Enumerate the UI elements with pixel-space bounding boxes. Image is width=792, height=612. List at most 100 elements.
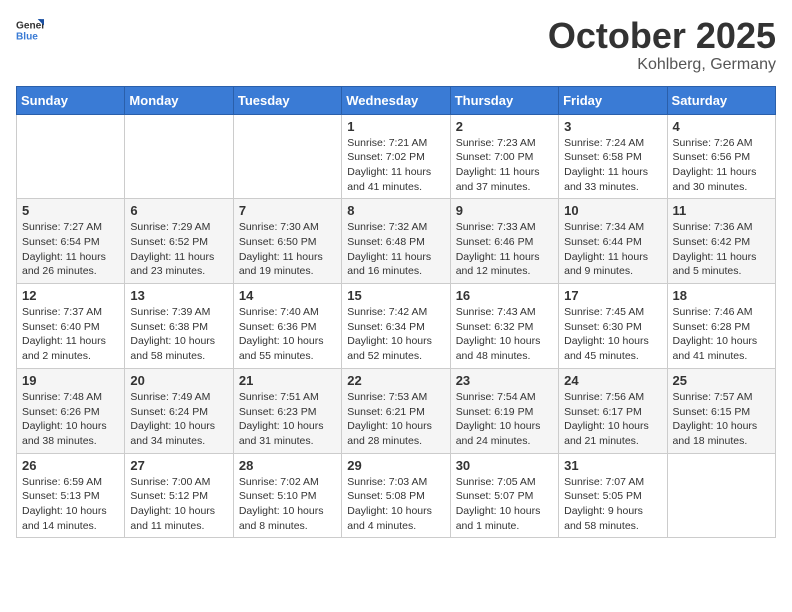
calendar-cell: 18 Sunrise: 7:46 AM Sunset: 6:28 PM Dayli… [667,284,775,369]
calendar-cell: 5 Sunrise: 7:27 AM Sunset: 6:54 PM Daylig… [17,199,125,284]
month-title: October 2025 [548,16,776,56]
day-number: 6 [130,203,227,218]
weekday-header-row: SundayMondayTuesdayWednesdayThursdayFrid… [17,86,776,114]
day-number: 31 [564,458,661,473]
day-info: Sunrise: 7:54 AM Sunset: 6:19 PM Dayligh… [456,390,553,449]
day-number: 4 [673,119,770,134]
day-info: Sunrise: 7:56 AM Sunset: 6:17 PM Dayligh… [564,390,661,449]
day-info: Sunrise: 7:05 AM Sunset: 5:07 PM Dayligh… [456,475,553,534]
day-info: Sunrise: 7:40 AM Sunset: 6:36 PM Dayligh… [239,305,336,364]
day-number: 1 [347,119,444,134]
day-number: 2 [456,119,553,134]
calendar-cell: 11Sunrise: 7:36 AM Sunset: 6:42 PM Dayli… [667,199,775,284]
calendar-cell: 12 Sunrise: 7:37 AM Sunset: 6:40 PM Dayli… [17,284,125,369]
day-number: 17 [564,288,661,303]
weekday-header-monday: Monday [125,86,233,114]
day-number: 7 [239,203,336,218]
day-number: 19 [22,373,119,388]
day-info: Sunrise: 7:07 AM Sunset: 5:05 PM Dayligh… [564,475,661,534]
day-info: Sunrise: 7:34 AM Sunset: 6:44 PM Dayligh… [564,220,661,279]
calendar-week-row: 26Sunrise: 6:59 AM Sunset: 5:13 PM Dayli… [17,453,776,538]
day-number: 8 [347,203,444,218]
day-info: Sunrise: 7:45 AM Sunset: 6:30 PM Dayligh… [564,305,661,364]
day-info: Sunrise: 7:29 AM Sunset: 6:52 PM Dayligh… [130,220,227,279]
calendar-cell: 17 Sunrise: 7:45 AM Sunset: 6:30 PM Dayli… [559,284,667,369]
day-info: Sunrise: 7:37 AM Sunset: 6:40 PM Dayligh… [22,305,119,364]
day-info: Sunrise: 7:21 AM Sunset: 7:02 PM Dayligh… [347,136,444,195]
day-number: 18 [673,288,770,303]
day-info: Sunrise: 7:24 AM Sunset: 6:58 PM Dayligh… [564,136,661,195]
calendar-cell: 25 Sunrise: 7:57 AM Sunset: 6:15 PM Dayli… [667,368,775,453]
weekday-header-sunday: Sunday [17,86,125,114]
calendar-cell [17,114,125,199]
day-info: Sunrise: 7:57 AM Sunset: 6:15 PM Dayligh… [673,390,770,449]
calendar-table: SundayMondayTuesdayWednesdayThursdayFrid… [16,86,776,539]
day-number: 24 [564,373,661,388]
day-info: Sunrise: 7:42 AM Sunset: 6:34 PM Dayligh… [347,305,444,364]
calendar-cell [667,453,775,538]
calendar-cell: 31 Sunrise: 7:07 AM Sunset: 5:05 PM Dayli… [559,453,667,538]
calendar-cell [233,114,341,199]
calendar-cell: 13 Sunrise: 7:39 AM Sunset: 6:38 PM Dayli… [125,284,233,369]
day-number: 28 [239,458,336,473]
weekday-header-wednesday: Wednesday [342,86,450,114]
day-number: 25 [673,373,770,388]
calendar-cell: 27 Sunrise: 7:00 AM Sunset: 5:12 PM Dayli… [125,453,233,538]
svg-text:General: General [16,20,44,31]
calendar-cell: 26Sunrise: 6:59 AM Sunset: 5:13 PM Dayli… [17,453,125,538]
calendar-week-row: 1 Sunrise: 7:21 AM Sunset: 7:02 PM Daylig… [17,114,776,199]
calendar-cell: 15 Sunrise: 7:42 AM Sunset: 6:34 PM Dayli… [342,284,450,369]
weekday-header-thursday: Thursday [450,86,558,114]
day-info: Sunrise: 7:23 AM Sunset: 7:00 PM Dayligh… [456,136,553,195]
calendar-cell: 29 Sunrise: 7:03 AM Sunset: 5:08 PM Dayli… [342,453,450,538]
calendar-week-row: 5 Sunrise: 7:27 AM Sunset: 6:54 PM Daylig… [17,199,776,284]
day-number: 10 [564,203,661,218]
day-number: 27 [130,458,227,473]
day-number: 13 [130,288,227,303]
day-number: 30 [456,458,553,473]
day-info: Sunrise: 7:53 AM Sunset: 6:21 PM Dayligh… [347,390,444,449]
day-info: Sunrise: 7:46 AM Sunset: 6:28 PM Dayligh… [673,305,770,364]
calendar-cell: 7Sunrise: 7:30 AM Sunset: 6:50 PM Daylig… [233,199,341,284]
day-number: 15 [347,288,444,303]
day-number: 20 [130,373,227,388]
calendar-cell: 16Sunrise: 7:43 AM Sunset: 6:32 PM Dayli… [450,284,558,369]
day-number: 5 [22,203,119,218]
day-info: Sunrise: 7:27 AM Sunset: 6:54 PM Dayligh… [22,220,119,279]
day-info: Sunrise: 7:03 AM Sunset: 5:08 PM Dayligh… [347,475,444,534]
calendar-cell: 30 Sunrise: 7:05 AM Sunset: 5:07 PM Dayli… [450,453,558,538]
day-number: 26 [22,458,119,473]
weekday-header-saturday: Saturday [667,86,775,114]
day-number: 23 [456,373,553,388]
calendar-cell: 21Sunrise: 7:51 AM Sunset: 6:23 PM Dayli… [233,368,341,453]
day-info: Sunrise: 7:02 AM Sunset: 5:10 PM Dayligh… [239,475,336,534]
day-info: Sunrise: 7:49 AM Sunset: 6:24 PM Dayligh… [130,390,227,449]
logo: General Blue [16,16,44,44]
calendar-cell: 9Sunrise: 7:33 AM Sunset: 6:46 PM Daylig… [450,199,558,284]
calendar-cell: 1 Sunrise: 7:21 AM Sunset: 7:02 PM Daylig… [342,114,450,199]
logo-icon: General Blue [16,16,44,44]
calendar-cell: 14Sunrise: 7:40 AM Sunset: 6:36 PM Dayli… [233,284,341,369]
day-number: 12 [22,288,119,303]
day-number: 16 [456,288,553,303]
calendar-week-row: 12 Sunrise: 7:37 AM Sunset: 6:40 PM Dayli… [17,284,776,369]
day-number: 29 [347,458,444,473]
calendar-cell: 19 Sunrise: 7:48 AM Sunset: 6:26 PM Dayli… [17,368,125,453]
day-info: Sunrise: 7:32 AM Sunset: 6:48 PM Dayligh… [347,220,444,279]
day-info: Sunrise: 7:26 AM Sunset: 6:56 PM Dayligh… [673,136,770,195]
svg-text:Blue: Blue [16,31,38,42]
calendar-cell: 28 Sunrise: 7:02 AM Sunset: 5:10 PM Dayli… [233,453,341,538]
day-number: 22 [347,373,444,388]
day-info: Sunrise: 7:39 AM Sunset: 6:38 PM Dayligh… [130,305,227,364]
calendar-cell: 24 Sunrise: 7:56 AM Sunset: 6:17 PM Dayli… [559,368,667,453]
day-info: Sunrise: 7:00 AM Sunset: 5:12 PM Dayligh… [130,475,227,534]
day-info: Sunrise: 7:51 AM Sunset: 6:23 PM Dayligh… [239,390,336,449]
day-info: Sunrise: 7:48 AM Sunset: 6:26 PM Dayligh… [22,390,119,449]
calendar-cell: 8 Sunrise: 7:32 AM Sunset: 6:48 PM Daylig… [342,199,450,284]
page-header: General Blue October 2025 Kohlberg, Germ… [16,16,776,74]
calendar-cell: 23 Sunrise: 7:54 AM Sunset: 6:19 PM Dayli… [450,368,558,453]
weekday-header-tuesday: Tuesday [233,86,341,114]
calendar-cell: 3Sunrise: 7:24 AM Sunset: 6:58 PM Daylig… [559,114,667,199]
day-number: 11 [673,203,770,218]
weekday-header-friday: Friday [559,86,667,114]
